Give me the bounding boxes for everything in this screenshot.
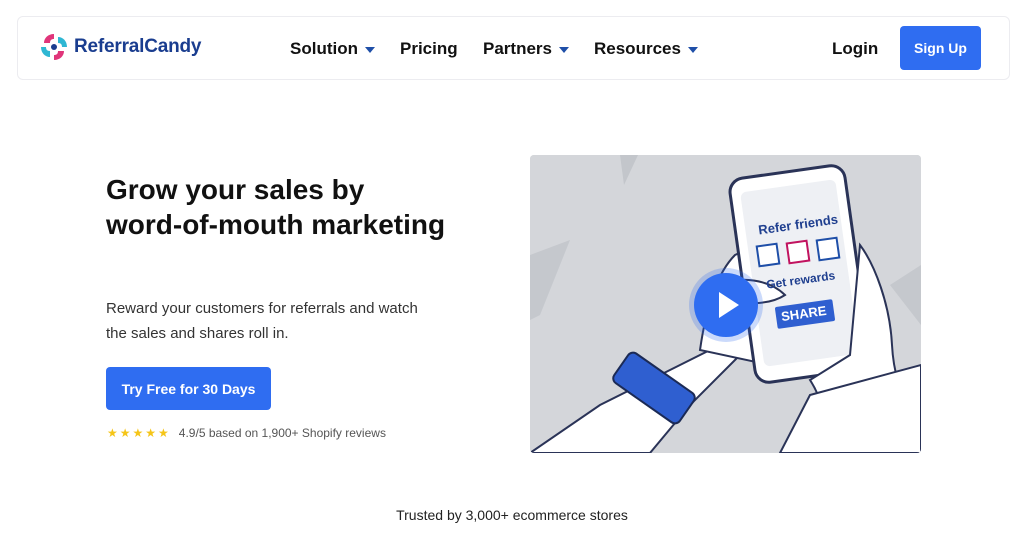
star-rating-icon: ★★★★★ — [107, 426, 171, 440]
rating-text: 4.9/5 based on 1,900+ Shopify reviews — [178, 426, 386, 440]
top-navbar: ReferralCandy Solution Pricing Partners … — [17, 16, 1010, 80]
trusted-by-text: Trusted by 3,000+ ecommerce stores — [396, 507, 628, 523]
hero-subtitle: Reward your customers for referrals and … — [106, 300, 418, 342]
nav-pricing-label: Pricing — [400, 39, 458, 58]
nav-pricing[interactable]: Pricing — [400, 39, 458, 59]
rating-row: ★★★★★ 4.9/5 based on 1,900+ Shopify revi… — [107, 426, 386, 440]
login-link[interactable]: Login — [832, 39, 878, 59]
hero-title: Grow your sales by word-of-mouth marketi… — [106, 174, 446, 240]
nav-resources-label: Resources — [594, 39, 681, 58]
chevron-down-icon — [687, 47, 698, 53]
nav-resources[interactable]: Resources — [594, 39, 698, 59]
nav-partners-label: Partners — [483, 39, 552, 58]
nav-solution[interactable]: Solution — [290, 39, 375, 59]
nav-solution-label: Solution — [290, 39, 358, 58]
play-icon — [719, 292, 739, 318]
nav-partners[interactable]: Partners — [483, 39, 569, 59]
brand-logo[interactable]: ReferralCandy — [38, 31, 201, 63]
video-player[interactable]: Refer friends Get rewards SHARE — [530, 155, 921, 453]
signup-button[interactable]: Sign Up — [900, 26, 981, 70]
brand-name: ReferralCandy — [74, 36, 202, 57]
chevron-down-icon — [364, 47, 375, 53]
chevron-down-icon — [558, 47, 569, 53]
referralcandy-logo-icon — [41, 34, 67, 60]
play-button[interactable] — [694, 273, 758, 337]
try-free-button[interactable]: Try Free for 30 Days — [106, 367, 271, 410]
